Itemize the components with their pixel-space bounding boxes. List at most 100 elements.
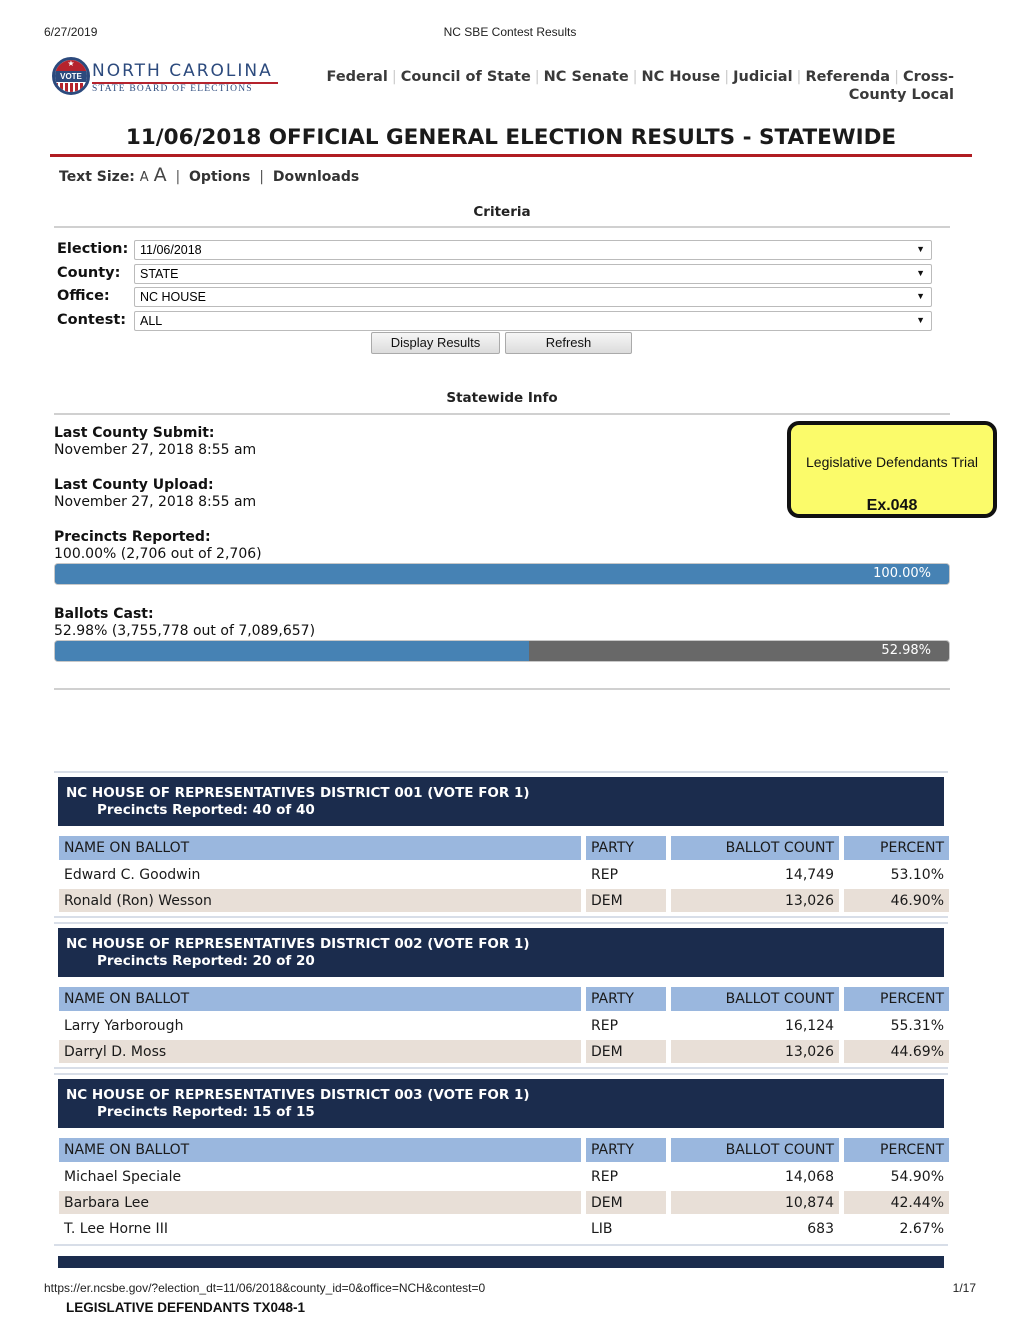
county-select[interactable]: STATE ▼ [134,264,932,284]
criteria-heading: Criteria [473,204,531,220]
office-row: Office: NC HOUSE ▼ [57,287,932,307]
column-header-percent[interactable]: PERCENT [844,1138,949,1162]
contest-precincts: Precincts Reported: 20 of 20 [97,953,315,969]
exhibit-footer: LEGISLATIVE DEFENDANTS TX048-1 [66,1300,306,1315]
candidate-ballot-count: 683 [807,1220,834,1237]
table-row: Larry Yarborough REP 16,124 55.31% [59,1014,949,1037]
contest-header: NC HOUSE OF REPRESENTATIVES DISTRICT 003… [58,1079,944,1128]
column-header-ballot-count[interactable]: BALLOT COUNT [671,987,839,1011]
candidate-percent: 2.67% [899,1220,944,1237]
display-results-button[interactable]: Display Results [371,332,500,354]
logo-name: NORTH CAROLINA [92,61,273,81]
print-header: 6/27/2019 NC SBE Contest Results [0,25,1020,41]
print-url: https://er.ncsbe.gov/?election_dt=11/06/… [44,1281,486,1295]
election-label: Election: [57,241,129,257]
refresh-button[interactable]: Refresh [505,332,632,354]
last-upload-label: Last County Upload: [54,477,214,493]
results-table: NAME ON BALLOT PARTY BALLOT COUNT PERCEN… [54,984,954,1066]
candidate-ballot-count: 14,068 [785,1168,834,1185]
ncsbe-logo[interactable]: ★ VOTE NORTH CAROLINA STATE BOARD OF ELE… [52,57,278,99]
contest-title: NC HOUSE OF REPRESENTATIVES DISTRICT 003… [66,1087,530,1103]
office-label: Office: [57,288,110,304]
column-header-party[interactable]: PARTY [586,987,666,1011]
table-row: Michael Speciale REP 14,068 54.90% [59,1165,949,1188]
candidate-party: LIB [591,1220,613,1237]
nav-nc-senate[interactable]: NC Senate [544,69,629,85]
contest-district-002: NC HOUSE OF REPRESENTATIVES DISTRICT 002… [54,922,949,1069]
contest-district-001: NC HOUSE OF REPRESENTATIVES DISTRICT 001… [54,771,949,918]
nav-separator: | [724,69,730,85]
nav-referenda[interactable]: Referenda [805,69,890,85]
column-header-name[interactable]: NAME ON BALLOT [59,987,581,1011]
ballots-progress-fill [55,641,529,661]
criteria-divider [54,226,950,228]
precincts-reported-value: 100.00% (2,706 out of 2,706) [54,546,262,562]
table-row: Edward C. Goodwin REP 14,749 53.10% [59,863,949,886]
contest-value: ALL [140,314,163,328]
contest-select[interactable]: ALL ▼ [134,311,932,331]
candidate-percent: 44.69% [844,1040,949,1063]
column-header-ballot-count[interactable]: BALLOT COUNT [671,836,839,860]
table-row: Barbara Lee DEM 10,874 42.44% [59,1191,949,1214]
candidate-percent: 54.90% [890,1168,944,1185]
office-select[interactable]: NC HOUSE ▼ [134,287,932,307]
print-footer: https://er.ncsbe.gov/?election_dt=11/06/… [44,1281,976,1295]
nav-council-of-state[interactable]: Council of State [401,69,531,85]
contest-label: Contest: [57,312,127,328]
text-size-large-button[interactable]: A [154,164,167,186]
column-header-ballot-count[interactable]: BALLOT COUNT [671,1138,839,1162]
nav-separator: | [391,69,397,85]
nav-separator: | [894,69,899,85]
ballots-cast-value: 52.98% (3,755,778 out of 7,089,657) [54,623,316,639]
toolbar-separator: | [175,169,181,185]
table-header-row: NAME ON BALLOT PARTY BALLOT COUNT PERCEN… [59,1138,949,1162]
text-size-small-button[interactable]: A [140,170,149,185]
print-page-number: 1/17 [952,1281,976,1295]
table-row: Ronald (Ron) Wesson DEM 13,026 46.90% [59,889,949,912]
ballots-progress-text: 52.98% [881,643,931,658]
downloads-link[interactable]: Downloads [273,169,359,185]
contest-district-003: NC HOUSE OF REPRESENTATIVES DISTRICT 003… [54,1073,949,1246]
vote-seal-icon: ★ VOTE [52,57,90,95]
nav-separator: | [796,69,802,85]
column-header-percent[interactable]: PERCENT [844,836,949,860]
county-row: County: STATE ▼ [57,264,932,284]
column-header-name[interactable]: NAME ON BALLOT [59,836,581,860]
candidate-percent: 55.31% [890,1017,944,1034]
contest-header: NC HOUSE OF REPRESENTATIVES DISTRICT 002… [58,928,944,977]
toolbar-separator: | [259,169,264,185]
candidate-name: Larry Yarborough [64,1017,184,1034]
column-header-percent[interactable]: PERCENT [844,987,949,1011]
candidate-ballot-count: 13,026 [671,889,839,912]
column-header-name[interactable]: NAME ON BALLOT [59,1138,581,1162]
statewide-info-heading: Statewide Info [446,390,558,406]
last-upload-value: November 27, 2018 8:55 am [54,494,257,510]
page-title: 11/06/2018 OFFICIAL GENERAL ELECTION RES… [125,125,897,150]
column-header-party[interactable]: PARTY [586,1138,666,1162]
nav-judicial[interactable]: Judicial [733,69,792,85]
chevron-down-icon: ▼ [916,315,925,325]
contest-precincts: Precincts Reported: 40 of 40 [97,802,315,818]
text-size-label: Text Size: [59,169,135,185]
ballots-cast-label: Ballots Cast: [54,606,154,622]
logo-subtitle: STATE BOARD OF ELECTIONS [92,84,253,94]
nav-federal[interactable]: Federal [327,69,388,85]
contest-title: NC HOUSE OF REPRESENTATIVES DISTRICT 002… [66,936,530,952]
nav-nc-house[interactable]: NC House [642,69,721,85]
election-row: Election: 11/06/2018 ▼ [57,240,932,260]
election-select[interactable]: 11/06/2018 ▼ [134,240,932,260]
precincts-progress-text: 100.00% [873,566,931,581]
last-submit-value: November 27, 2018 8:55 am [54,442,257,458]
candidate-party: REP [591,1168,619,1185]
options-link[interactable]: Options [189,169,250,185]
exhibit-sticker: Legislative Defendants Trial Ex.048 [787,421,997,518]
candidate-name: Edward C. Goodwin [64,866,201,883]
contest-title: NC HOUSE OF REPRESENTATIVES DISTRICT 001… [66,785,530,801]
column-header-party[interactable]: PARTY [586,836,666,860]
candidate-ballot-count: 10,874 [671,1191,839,1214]
county-label: County: [57,265,121,281]
contest-header: NC HOUSE OF REPRESENTATIVES DISTRICT 001… [58,777,944,826]
chevron-down-icon: ▼ [916,268,925,278]
candidate-name: Darryl D. Moss [59,1040,581,1063]
table-header-row: NAME ON BALLOT PARTY BALLOT COUNT PERCEN… [59,987,949,1011]
